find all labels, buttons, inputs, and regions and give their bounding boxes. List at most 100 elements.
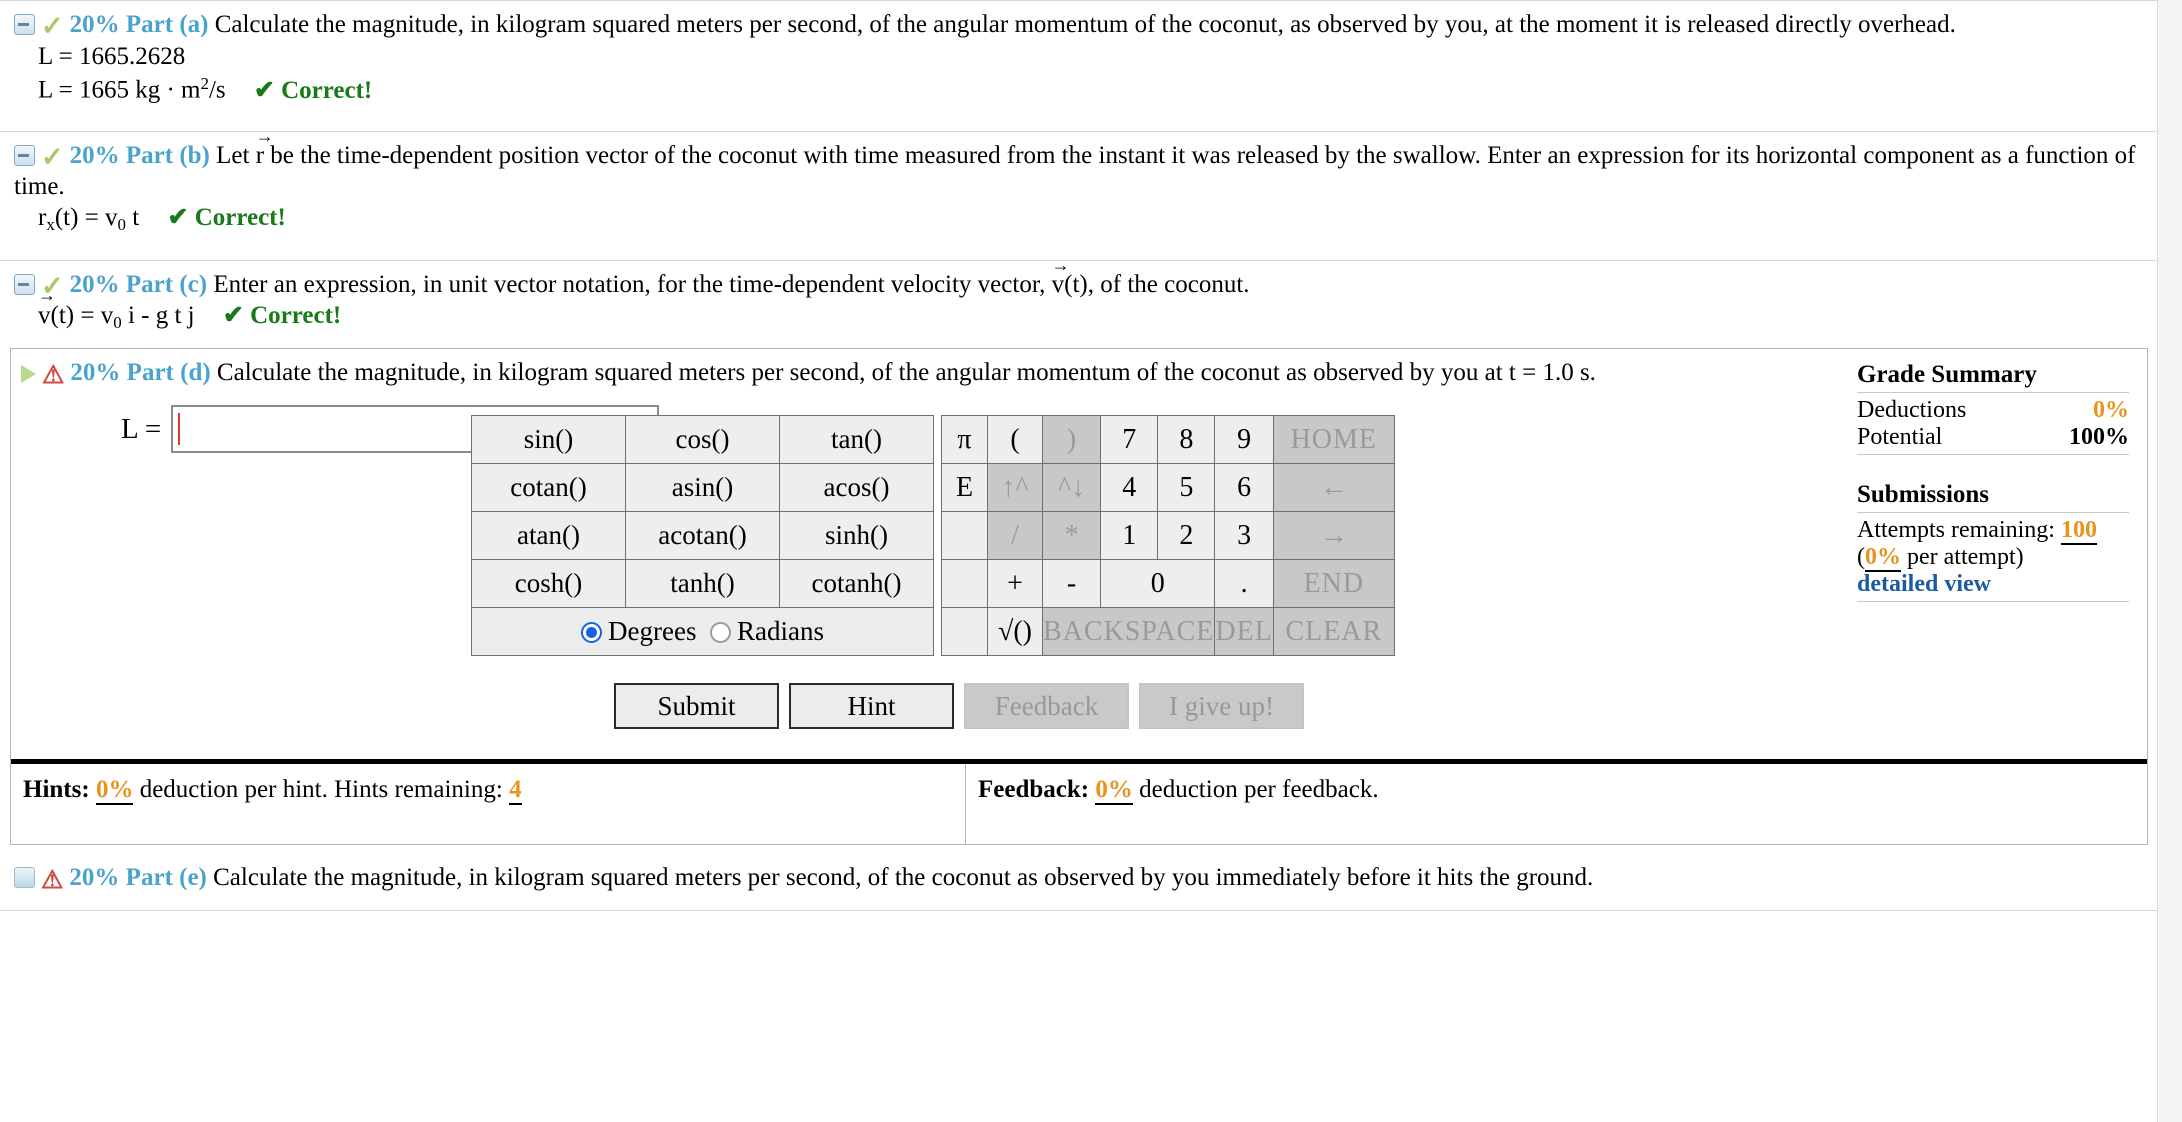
deductions-value: 0% — [2093, 397, 2129, 424]
numeric-keypad-row: + -0. END — [941, 559, 1395, 609]
minus-box-icon[interactable] — [14, 14, 35, 35]
trig-key-cotan[interactable]: cotan() — [471, 463, 626, 513]
calc-key-e[interactable]: E — [941, 463, 988, 513]
trig-key-asin[interactable]: asin() — [625, 463, 780, 513]
part-b-question-post: be the time-dependent position vector of… — [14, 142, 2136, 200]
submit-button[interactable]: Submit — [614, 683, 779, 730]
calc-key-9[interactable]: 9 — [1214, 415, 1274, 465]
calc-key-blank[interactable] — [941, 511, 988, 561]
part-c-answer-rest: (t) = v — [50, 302, 114, 330]
part-a-result-exponent: 2 — [200, 74, 209, 93]
calc-key-blank[interactable]: ( — [987, 415, 1043, 465]
feedback-deduction-value: 0% — [1095, 776, 1133, 806]
per-attempt-text: per attempt) — [1901, 544, 2024, 571]
part-c-answer-vector: v — [38, 287, 55, 333]
calc-key-6[interactable]: 6 — [1214, 463, 1274, 513]
i-give-up-button: I give up! — [1139, 683, 1304, 730]
numeric-keypad-row: π() 7 8 9 HOME — [941, 415, 1395, 465]
divider — [1857, 454, 2129, 456]
radians-option[interactable]: Radians — [709, 616, 824, 646]
trig-keypad-row: sin() cos() tan() — [471, 415, 934, 465]
trig-key-tan[interactable]: tan() — [779, 415, 934, 465]
answer-label: L = — [121, 412, 162, 445]
trig-key-acos[interactable]: acos() — [779, 463, 934, 513]
degrees-option-label: Degrees — [608, 616, 697, 647]
calc-key-8[interactable]: 8 — [1157, 415, 1216, 465]
divider — [1857, 512, 2129, 514]
potential-row: Potential 100% — [1857, 424, 2129, 451]
detailed-view-link[interactable]: detailed view — [1857, 571, 2129, 598]
hints-deduction-value: 0% — [95, 776, 134, 806]
calc-key-blank[interactable]: π — [941, 415, 988, 465]
divider — [1857, 392, 2129, 394]
trig-key-cosh[interactable]: cosh() — [471, 559, 626, 609]
part-b-answer-sub2: 0 — [117, 214, 127, 234]
degrees-option[interactable]: Degrees — [581, 616, 696, 646]
part-b-header: ✓20% Part (b) Let r be the time-dependen… — [14, 127, 2144, 202]
submissions-title: Submissions — [1857, 481, 1990, 509]
calc-key-blank[interactable]: √() — [987, 607, 1043, 657]
part-a-percent: 20% — [69, 11, 120, 38]
calc-key-blank: / — [987, 511, 1043, 561]
part-a-result-line: L = 1665 kg · m2/s ✔ Correct! — [38, 73, 2144, 107]
deductions-label: Deductions — [1857, 397, 1967, 424]
trig-key-cotanh[interactable]: cotanh() — [779, 559, 934, 609]
calc-key-blank[interactable]: + — [987, 559, 1043, 609]
calc-key-home: HOME — [1272, 415, 1395, 465]
calc-key-end: END — [1272, 559, 1395, 609]
part-b-question-pre: Let — [216, 142, 256, 169]
calc-key-blank[interactable]: - — [1041, 559, 1102, 609]
calc-key-clear: CLEAR — [1272, 607, 1395, 657]
calc-key-blank[interactable]: . — [1214, 559, 1274, 609]
calc-key-blank[interactable] — [941, 607, 988, 657]
page-scrollbar[interactable] — [2157, 0, 2182, 1122]
trig-key-cos[interactable]: cos() — [625, 415, 780, 465]
trig-key-sin[interactable]: sin() — [471, 415, 626, 465]
part-a-label: Part (a) — [125, 11, 209, 38]
part-c-header: ✓ 20% Part (c) Enter an expression, in un… — [14, 256, 2144, 301]
calc-key-7[interactable]: 7 — [1100, 415, 1159, 465]
calc-key-2[interactable]: 2 — [1157, 511, 1216, 561]
part-b-answer-rest: (t) = v — [54, 204, 118, 231]
calc-key-1[interactable]: 1 — [1100, 511, 1159, 561]
part-c-label: Part (c) — [125, 270, 208, 298]
trig-key-tanh[interactable]: tanh() — [625, 559, 780, 609]
degrees-option-radio[interactable] — [581, 622, 603, 644]
calc-key-blank: → — [1272, 511, 1395, 561]
minus-box-icon[interactable] — [14, 273, 35, 295]
trig-keypad: sin() cos() tan() cotan() asin() acos() atan()… — [471, 415, 934, 657]
math-keypad: sin() cos() tan() cotan() asin() acos() atan()… — [471, 415, 1395, 657]
calc-key-5[interactable]: 5 — [1157, 463, 1216, 513]
numeric-keypad: π() 7 8 9 HOME E ↑^ ^↓ 4 5 6 ← / * 1 2 3 → + -0. END √() BACKS… — [941, 415, 1395, 657]
calc-key-4[interactable]: 4 — [1100, 463, 1159, 513]
calc-key-0[interactable]: 0 — [1100, 559, 1216, 609]
action-button-row: Submit Hint Feedback I give up! — [0, 683, 2147, 730]
minus-box-icon[interactable] — [14, 145, 35, 166]
part-block-c: ✓ 20% Part (c) Enter an expression, in un… — [0, 256, 2158, 334]
trig-keypad-row: cotan() asin() acos() — [471, 463, 934, 513]
radians-option-radio[interactable] — [709, 622, 731, 644]
calc-key-blank[interactable] — [941, 559, 988, 609]
part-c-answer-tail: i - g t j — [121, 302, 195, 330]
calc-key-blank: ← — [1272, 463, 1395, 513]
calc-key-backspace: BACKSPACE — [1041, 607, 1216, 657]
trig-key-sinh[interactable]: sinh() — [779, 511, 934, 561]
trig-keypad-row: cosh() tanh() cotanh() — [471, 559, 934, 609]
grade-summary-title: Grade Summary — [1857, 361, 2037, 389]
part-c-answer-sub: 0 — [113, 313, 122, 333]
part-b-status: ✔ Correct! — [167, 204, 286, 231]
hints-cell: Hints: 0% deduction per hint. Hints rema… — [11, 764, 966, 845]
part-b-answer-tail: t — [126, 204, 140, 231]
part-d-label: Part (d) — [126, 359, 211, 387]
part-e-label: Part (e) — [125, 864, 207, 892]
play-triangle-icon[interactable] — [21, 365, 36, 384]
hint-button[interactable]: Hint — [789, 683, 954, 730]
part-block-a: ✓ 20% Part (a) Calculate the magnitude, i… — [0, 0, 2158, 107]
plain-box-icon[interactable] — [14, 867, 35, 889]
trig-key-acotan[interactable]: acotan() — [625, 511, 780, 561]
divider — [1857, 601, 2129, 603]
problem-content: ✓ 20% Part (a) Calculate the magnitude, i… — [0, 0, 2158, 911]
trig-key-atan[interactable]: atan() — [471, 511, 626, 561]
calc-key-3[interactable]: 3 — [1214, 511, 1274, 561]
numeric-keypad-row: √() BACKSPACE DEL CLEAR — [941, 607, 1395, 657]
